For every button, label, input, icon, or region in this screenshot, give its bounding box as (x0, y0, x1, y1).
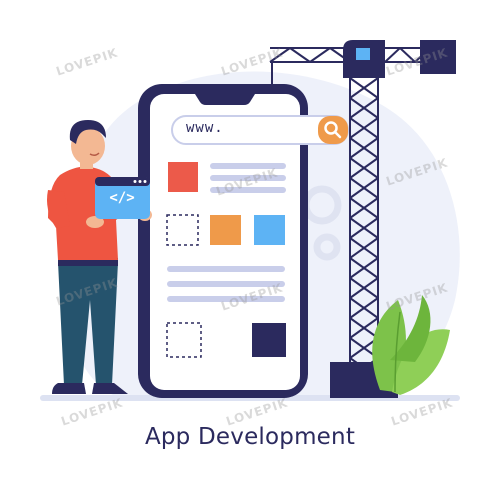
content-blue-block (254, 215, 285, 245)
url-text: www. (186, 120, 224, 136)
caption-title: App Development (144, 424, 356, 450)
content-line (210, 163, 286, 169)
content-line (167, 281, 285, 287)
content-orange-block (210, 215, 241, 245)
content-red-block (168, 162, 198, 192)
content-line (167, 266, 285, 272)
content-navy-block (252, 323, 286, 357)
content-line (167, 296, 285, 302)
content-line (210, 175, 286, 181)
code-symbol: </> (109, 190, 135, 206)
content-line (210, 187, 286, 193)
